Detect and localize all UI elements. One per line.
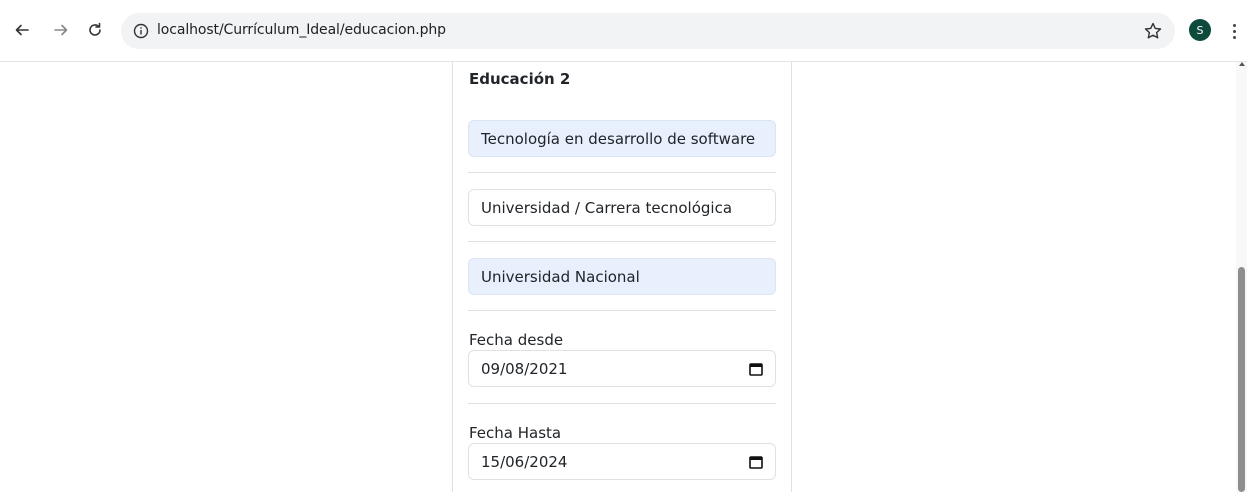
date-from-label: Fecha desde	[469, 331, 564, 349]
degree-title-input[interactable]: Tecnología en desarrollo de software	[468, 120, 776, 157]
section-title: Educación 2	[469, 70, 571, 88]
divider	[468, 172, 776, 173]
calendar-icon[interactable]	[749, 362, 763, 376]
star-icon[interactable]	[1143, 21, 1163, 41]
date-to-label: Fecha Hasta	[469, 424, 562, 442]
education-level-value: Universidad / Carrera tecnológica	[481, 198, 733, 217]
menu-dots-icon[interactable]	[1226, 19, 1242, 43]
divider	[468, 403, 776, 404]
address-bar[interactable]: localhost/Currículum_Ideal/educacion.php	[121, 13, 1175, 49]
education-card: Educación 2 Tecnología en desarrollo de …	[452, 62, 792, 492]
scroll-thumb[interactable]	[1238, 267, 1245, 492]
reload-icon[interactable]	[83, 18, 107, 42]
institution-input[interactable]: Universidad Nacional	[468, 258, 776, 295]
page-viewport: Educación 2 Tecnología en desarrollo de …	[0, 62, 1247, 492]
date-from-value: 09/08/2021	[481, 359, 568, 378]
institution-value: Universidad Nacional	[481, 267, 640, 286]
url-text[interactable]: localhost/Currículum_Ideal/educacion.php	[157, 22, 446, 38]
back-arrow-icon[interactable]	[10, 18, 34, 42]
date-to-input[interactable]: 15/06/2024	[468, 443, 776, 480]
page-scrollbar[interactable]	[1236, 62, 1247, 492]
education-level-select[interactable]: Universidad / Carrera tecnológica	[468, 189, 776, 226]
info-icon[interactable]	[133, 23, 149, 39]
divider	[468, 241, 776, 242]
scroll-up-icon[interactable]	[1239, 62, 1245, 66]
divider	[468, 310, 776, 311]
calendar-icon[interactable]	[749, 455, 763, 469]
profile-avatar[interactable]: S	[1189, 19, 1211, 41]
forward-arrow-icon[interactable]	[49, 18, 73, 42]
browser-toolbar: localhost/Currículum_Ideal/educacion.php…	[0, 0, 1247, 62]
degree-title-value: Tecnología en desarrollo de software	[481, 129, 756, 148]
date-to-value: 15/06/2024	[481, 452, 568, 471]
date-from-input[interactable]: 09/08/2021	[468, 350, 776, 387]
